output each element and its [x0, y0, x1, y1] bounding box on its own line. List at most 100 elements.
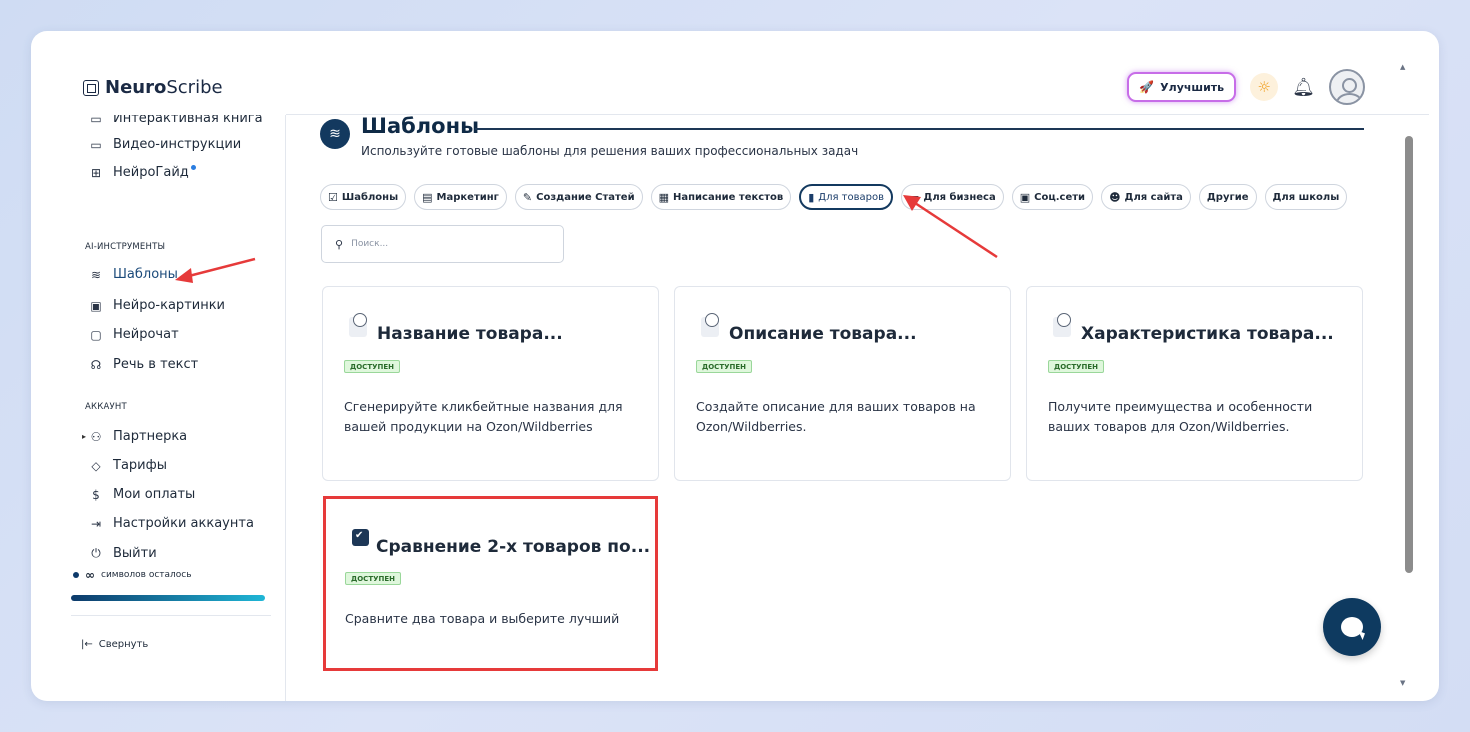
- theme-toggle-sun-icon[interactable]: ☼: [1250, 73, 1279, 101]
- rocket-icon: 🚀: [1139, 80, 1155, 94]
- chat-bubble-icon: [1341, 617, 1363, 637]
- template-card-product-description[interactable]: Описание товара... ДОСТУПЕН Создайте опи…: [674, 286, 1011, 481]
- sidebar-item-speech-to-text[interactable]: ☊ Речь в текст: [89, 357, 199, 372]
- image-icon: ▣: [90, 298, 102, 313]
- tab-label: Для бизнеса: [923, 191, 996, 203]
- layers-icon: ≋: [320, 119, 350, 149]
- tab-marketing[interactable]: ▤ Маркетинг: [414, 184, 507, 210]
- tab-articles[interactable]: ✎ Создание Статей: [514, 184, 643, 210]
- sidebar-item-video[interactable]: ▭ Видео-инструкции: [89, 137, 241, 152]
- tab-label: Для товаров: [818, 191, 884, 203]
- sidebar-item-logout[interactable]: ⏻ Выйти: [89, 546, 157, 561]
- chat-widget-button[interactable]: [1323, 598, 1381, 656]
- chat-icon: ▢: [90, 327, 102, 342]
- tab-icon: ▤: [422, 190, 433, 204]
- tab-label: Маркетинг: [436, 191, 499, 203]
- login-icon: ⇥: [90, 516, 102, 531]
- sidebar-item-guide[interactable]: ⊞ НейроГайд: [89, 165, 196, 180]
- template-card-product-name[interactable]: Название товара... ДОСТУПЕН Сгенерируйте…: [322, 286, 659, 481]
- sidebar-item-neuro-images[interactable]: ▣ Нейро-картинки: [89, 298, 225, 313]
- card-description: Сравните два товара и выберите лучший: [345, 611, 620, 626]
- tab-social[interactable]: ▣ Соц.сети: [1011, 184, 1094, 210]
- tab-label: Для сайта: [1124, 191, 1183, 203]
- power-icon: ⏻: [91, 546, 101, 560]
- sidebar-divider: [71, 615, 271, 616]
- sidebar-item-payments[interactable]: $ Мои оплаты: [89, 487, 195, 502]
- upgrade-label: Улучшить: [1160, 80, 1225, 94]
- tab-website[interactable]: ☻ Для сайта: [1101, 184, 1191, 210]
- search-icon: ⚲: [335, 237, 344, 251]
- section-ai-tools: AI-ИНСТРУМЕНТЫ: [85, 242, 166, 252]
- sidebar-item-label: Тарифы: [113, 458, 167, 473]
- sidebar-item-label: Настройки аккаунта: [113, 516, 254, 531]
- sidebar-item-label: Партнерка: [113, 429, 188, 444]
- sidebar-item-templates[interactable]: ≋ Шаблоны: [89, 267, 178, 282]
- tab-icon: ☻: [1109, 190, 1121, 204]
- template-icon: [701, 313, 719, 337]
- sidebar-item-account-settings[interactable]: ⇥ Настройки аккаунта: [89, 516, 254, 531]
- dollar-icon: $: [92, 487, 100, 502]
- collapse-label: Свернуть: [98, 639, 149, 650]
- scroll-up-icon[interactable]: ▲: [1400, 63, 1405, 71]
- sidebar-item-label: Выйти: [113, 546, 157, 561]
- chevron-right-icon[interactable]: ▸: [82, 432, 86, 441]
- card-title: Описание товара...: [729, 324, 917, 344]
- logo-rest: Scribe: [166, 77, 223, 98]
- title-divider: [475, 128, 1364, 130]
- tab-icon: ▬: [909, 190, 920, 204]
- page-title: Шаблоны: [361, 114, 480, 138]
- search-placeholder: Поиск...: [351, 239, 389, 249]
- sidebar-item-tariffs[interactable]: ◇ Тарифы: [89, 458, 167, 473]
- status-badge: ДОСТУПЕН: [345, 572, 401, 585]
- sidebar-item-book[interactable]: ▭ Интерактивная книга: [89, 115, 262, 126]
- tab-other[interactable]: Другие: [1198, 184, 1257, 210]
- status-dot: [73, 572, 79, 578]
- header-actions: 🚀 Улучшить ☼ 🔔︎: [1127, 69, 1365, 105]
- section-account: АККАУНТ: [85, 402, 127, 412]
- tab-icon: ✎: [522, 190, 533, 204]
- credits-label: символов осталось: [101, 570, 192, 580]
- template-card-product-comparison[interactable]: Сравнение 2-х товаров по... ДОСТУПЕН Сра…: [323, 496, 658, 671]
- tab-products[interactable]: ▮ Для товаров: [799, 184, 893, 210]
- template-icon: [1053, 313, 1071, 337]
- credits-info: ∞ символов осталось: [73, 568, 192, 582]
- book-icon: ▭: [90, 115, 102, 126]
- card-title: Сравнение 2-х товаров по...: [376, 537, 651, 557]
- tab-icon: ▦: [658, 190, 670, 204]
- search-input[interactable]: ⚲ Поиск...: [321, 225, 564, 263]
- sidebar-item-neurochat[interactable]: ▢ Нейрочат: [89, 327, 179, 342]
- logo[interactable]: NeuroScribe: [83, 77, 223, 98]
- tab-texts[interactable]: ▦ Написание текстов: [650, 184, 792, 210]
- tab-templates[interactable]: ☑ Шаблоны: [320, 184, 407, 210]
- checkbox-icon: [352, 529, 369, 546]
- status-badge: ДОСТУПЕН: [696, 360, 752, 373]
- card-description: Сгенерируйте кликбейтные названия для ва…: [344, 399, 623, 434]
- tab-business[interactable]: ▬ Для бизнеса: [901, 184, 1004, 210]
- collapse-icon: |←: [81, 639, 93, 650]
- sidebar-item-label: Видео-инструкции: [113, 137, 242, 152]
- scroll-down-icon[interactable]: ▼: [1400, 679, 1405, 687]
- sidebar-item-partners[interactable]: ⚇ Партнерка: [89, 429, 188, 444]
- tab-school[interactable]: Для школы: [1264, 184, 1348, 210]
- logo-icon: [83, 79, 99, 96]
- sidebar-item-label: Нейрочат: [113, 327, 179, 342]
- tab-label: Шаблоны: [341, 191, 399, 203]
- template-card-product-characteristics[interactable]: Характеристика товара... ДОСТУПЕН Получи…: [1026, 286, 1363, 481]
- sidebar-item-label: НейроГайд: [113, 165, 189, 180]
- credits-symbol: ∞: [85, 568, 95, 582]
- bell-icon[interactable]: 🔔︎: [1292, 77, 1315, 98]
- tab-icon: ☑: [328, 190, 338, 204]
- collapse-button[interactable]: |← Свернуть: [81, 639, 148, 650]
- card-title: Характеристика товара...: [1081, 324, 1334, 344]
- upgrade-button[interactable]: 🚀 Улучшить: [1127, 72, 1237, 102]
- tab-label: Другие: [1206, 191, 1249, 203]
- annotation-arrow-sidebar: [175, 257, 256, 283]
- scrollbar[interactable]: ▲ ▼: [1397, 51, 1413, 687]
- card-description: Создайте описание для ваших товаров на O…: [696, 399, 976, 434]
- tag-icon: ◇: [91, 458, 101, 473]
- scrollbar-thumb[interactable]: [1405, 136, 1413, 573]
- layers-icon: ≋: [90, 267, 102, 282]
- tab-label: Создание Статей: [536, 191, 635, 203]
- sidebar-item-label: Шаблоны: [113, 267, 178, 282]
- avatar[interactable]: [1329, 69, 1365, 105]
